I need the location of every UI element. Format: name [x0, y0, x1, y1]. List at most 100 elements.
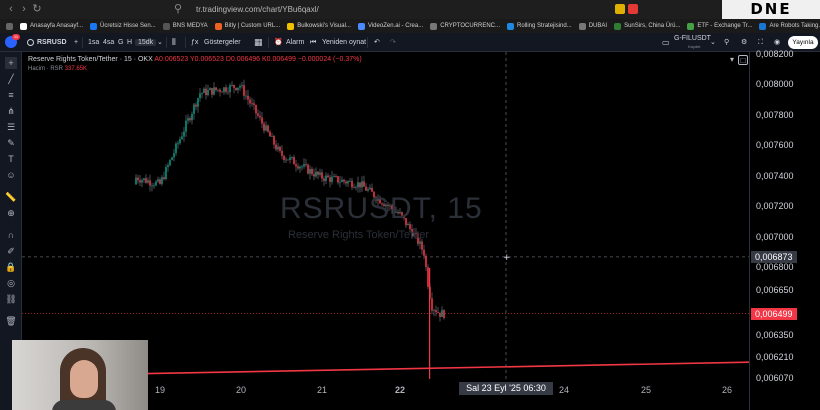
extension-icon[interactable]: [628, 4, 638, 14]
replay-button[interactable]: Yeniden oynat: [322, 33, 366, 52]
bookmark-favicon-icon: [214, 22, 222, 30]
bookmark-label: CRYPTOCURRENC...: [440, 23, 501, 29]
alarm-button[interactable]: Alarm: [286, 33, 304, 52]
timeframe-15m[interactable]: 15dk: [135, 39, 157, 46]
emoji-icon[interactable]: ☺: [5, 169, 17, 181]
candle-body: [325, 175, 327, 181]
chart-legend[interactable]: Reserve Rights Token/Tether · 15 · OKX A…: [28, 56, 362, 63]
templates-icon[interactable]: ▦: [254, 33, 263, 52]
presenter-face: [70, 360, 98, 398]
candle-body: [437, 312, 439, 313]
candle-body: [261, 117, 263, 124]
candle-body: [173, 153, 175, 158]
bookmark-favicon-icon: [162, 22, 170, 30]
layout-icon[interactable]: ▭: [662, 33, 670, 52]
pencil-lock-icon[interactable]: ✐: [5, 245, 17, 257]
bookmark-item[interactable]: VideoZen.ai - Crea...: [357, 22, 423, 30]
publish-button[interactable]: Yayınla: [788, 36, 818, 49]
symbol-button[interactable]: RSRUSD: [37, 33, 67, 52]
time-tick-label: 26: [722, 385, 733, 395]
add-symbol-icon[interactable]: +: [74, 33, 78, 52]
candle-body: [369, 187, 371, 190]
indicators-icon[interactable]: ƒx: [191, 33, 198, 52]
trash-icon[interactable]: 🗑: [5, 315, 17, 327]
magnet-icon[interactable]: ∩: [5, 229, 17, 241]
candle-body: [221, 91, 223, 93]
bookmark-item[interactable]: CRYPTOCURRENC...: [430, 22, 501, 30]
candle-body: [193, 104, 195, 114]
link-icon[interactable]: ⛓: [5, 293, 17, 305]
bookmark-label: SunSirs, China Ürü...: [624, 23, 681, 29]
candle-body: [349, 180, 351, 182]
bookmark-item[interactable]: Bulkowski's Visual...: [287, 22, 351, 30]
lock-icon[interactable]: 🔒: [5, 261, 17, 273]
divider: [166, 37, 167, 48]
candle-body: [275, 144, 277, 150]
candle-body: [357, 182, 359, 188]
replay-icon[interactable]: ⏮: [310, 33, 316, 52]
candle-body: [319, 172, 321, 175]
bookmark-favicon-icon: [578, 22, 586, 30]
bookmark-item[interactable]: BNS MEDYA: [162, 22, 208, 30]
trend-line-icon[interactable]: ╱: [5, 73, 17, 85]
back-icon[interactable]: ‹: [5, 3, 17, 15]
candle-body: [177, 143, 179, 145]
crosshair-icon[interactable]: +: [5, 57, 17, 69]
candle-body: [137, 177, 139, 181]
price-tick-label: 0,006350: [756, 330, 794, 341]
bookmark-item[interactable]: Rolling Stratejisind...: [507, 22, 572, 30]
ruler-icon[interactable]: 📏: [5, 191, 17, 203]
candle-body: [241, 85, 243, 87]
candle-body: [293, 157, 295, 165]
bookmark-item[interactable]: Are Robots Taking...: [759, 22, 820, 30]
redo-icon[interactable]: ↷: [390, 33, 396, 52]
pitchfork-icon[interactable]: ⋔: [5, 105, 17, 117]
symbol-search-icon[interactable]: [27, 39, 34, 46]
site-info-icon[interactable]: ⚲: [172, 3, 184, 15]
timeframe-1h[interactable]: 1sa: [88, 33, 99, 52]
url-field[interactable]: tr.tradingview.com/chart/YBu6qaxl/: [166, 3, 606, 16]
zoom-in-icon[interactable]: ⊕: [5, 207, 17, 219]
timeframe-week[interactable]: H: [127, 33, 132, 52]
quick-search-icon[interactable]: ⚲: [724, 33, 729, 52]
candle-body: [135, 177, 137, 185]
alarm-icon[interactable]: ⏰: [274, 33, 283, 52]
bookmark-item[interactable]: DUBAI: [578, 22, 607, 30]
candle-body: [265, 125, 267, 131]
maximize-icon[interactable]: □: [738, 55, 748, 65]
bookmark-item[interactable]: Anasayfa Anasayf...: [20, 22, 83, 30]
settings-icon[interactable]: ⚙: [741, 33, 747, 52]
candle-body: [271, 136, 273, 137]
price-axis[interactable]: 0,006873 0,006499 0,008200 0,008000 0,0078…: [749, 49, 820, 410]
timeframe-4h[interactable]: 4sa: [103, 33, 114, 52]
candle-body: [299, 166, 301, 169]
eye-icon[interactable]: ◎: [5, 277, 17, 289]
text-icon[interactable]: T: [5, 153, 17, 165]
bookmark-favicon-icon: [759, 22, 767, 30]
candle-body: [199, 93, 201, 99]
bookmark-item[interactable]: Ücretsiz Hisse Sen...: [90, 22, 156, 30]
candle-body: [421, 241, 423, 250]
candle-body: [323, 178, 325, 181]
extension-icon[interactable]: [615, 4, 625, 14]
horizontal-lines-icon[interactable]: ≡: [5, 89, 17, 101]
candle-type-icon[interactable]: ⫴: [172, 33, 176, 52]
timeframe-day[interactable]: G: [118, 33, 123, 52]
legend-symbol-title[interactable]: Reserve Rights Token/Tether · 15 · OKX: [28, 56, 153, 63]
indicators-button[interactable]: Göstergeler: [204, 33, 241, 52]
browser-address-bar: ‹ › ↻ tr.tradingview.com/chart/YBu6qaxl/…: [0, 0, 820, 19]
bookmark-favicon-icon: [507, 22, 515, 30]
forward-icon[interactable]: ›: [18, 3, 30, 15]
bookmark-item[interactable]: SunSirs, China Ürü...: [614, 22, 681, 30]
undo-icon[interactable]: ↶: [374, 33, 380, 52]
fib-icon[interactable]: ☰: [5, 121, 17, 133]
chevron-down-icon[interactable]: ⌄: [157, 33, 163, 52]
brush-icon[interactable]: ✎: [5, 137, 17, 149]
chevron-down-icon[interactable]: ⌄: [710, 33, 716, 52]
bookmark-item[interactable]: Bitly | Custom URL...: [214, 22, 280, 30]
candle-body: [231, 84, 233, 86]
chart-menu-icon[interactable]: ▾: [727, 55, 737, 65]
reload-icon[interactable]: ↻: [31, 3, 43, 15]
volume-legend[interactable]: Hacim · RSR 337.65K: [28, 66, 87, 72]
apps-icon[interactable]: [6, 22, 13, 30]
